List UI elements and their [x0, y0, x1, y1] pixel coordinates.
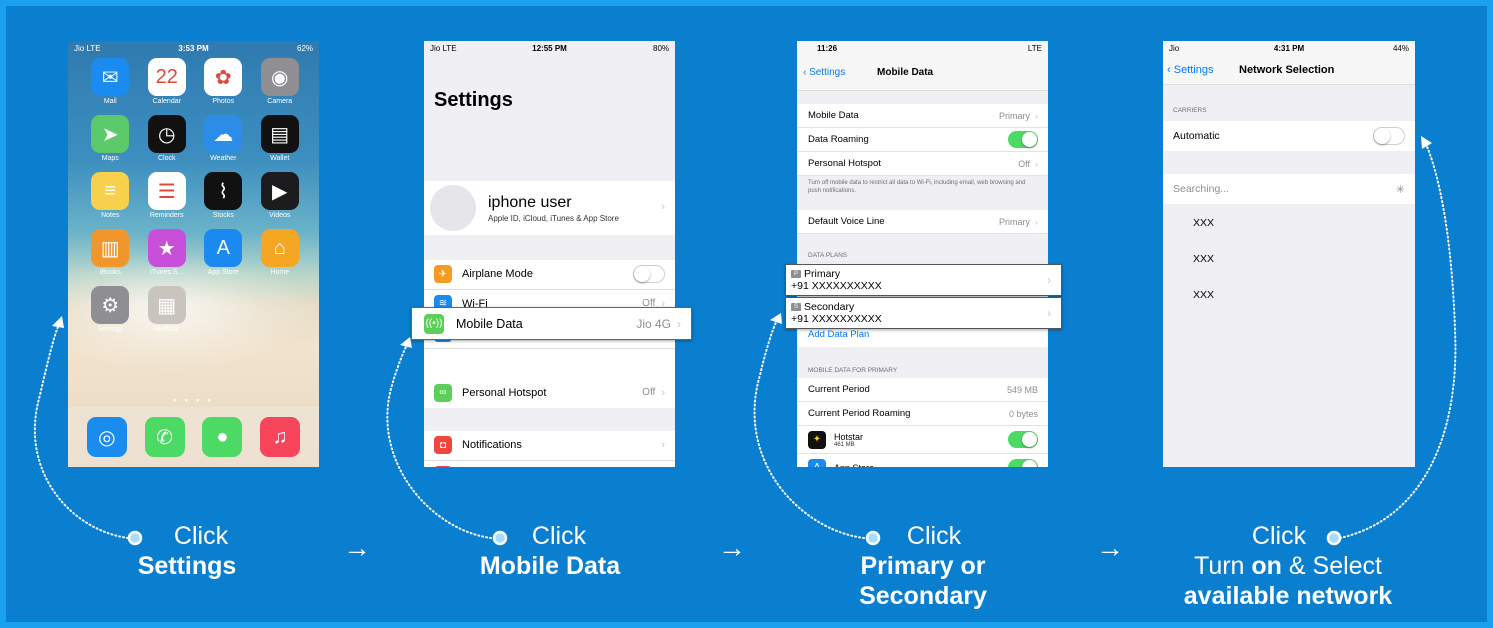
caption-click: Click	[173, 522, 229, 550]
caption-step-2: Click Mobile Data	[455, 521, 645, 581]
caption-click: Click	[531, 522, 587, 550]
caption-step-4: Click Turn on & Select available network	[1160, 521, 1416, 611]
caption-target-2: Secondary	[859, 582, 987, 610]
arrowhead-icon	[400, 337, 412, 348]
caption-target: Mobile Data	[479, 552, 621, 580]
guide-network	[1339, 141, 1457, 539]
caption-target: Primary or	[860, 552, 986, 580]
guide-mobile-data	[386, 342, 492, 539]
guide-primary-secondary	[753, 317, 865, 539]
step-arrow-icon: →	[718, 532, 746, 563]
caption-part-bold: on	[1251, 552, 1282, 580]
caption-step-3: Click Primary or Secondary	[833, 521, 1013, 611]
caption-target: Settings	[137, 552, 237, 580]
caption-step-1: Click Settings	[117, 521, 257, 581]
caption-click: Click	[906, 522, 962, 550]
step-arrow-icon: →	[343, 532, 371, 563]
caption-target: available network	[1183, 582, 1393, 610]
guide-arrowheads	[52, 136, 1432, 348]
caption-click: Click	[1251, 522, 1307, 550]
caption-part: Turn	[1193, 552, 1252, 580]
step-arrow-icon: →	[1096, 532, 1124, 563]
arrowhead-icon	[52, 316, 64, 328]
guide-settings	[33, 321, 129, 539]
caption-part: & Select	[1281, 552, 1383, 580]
